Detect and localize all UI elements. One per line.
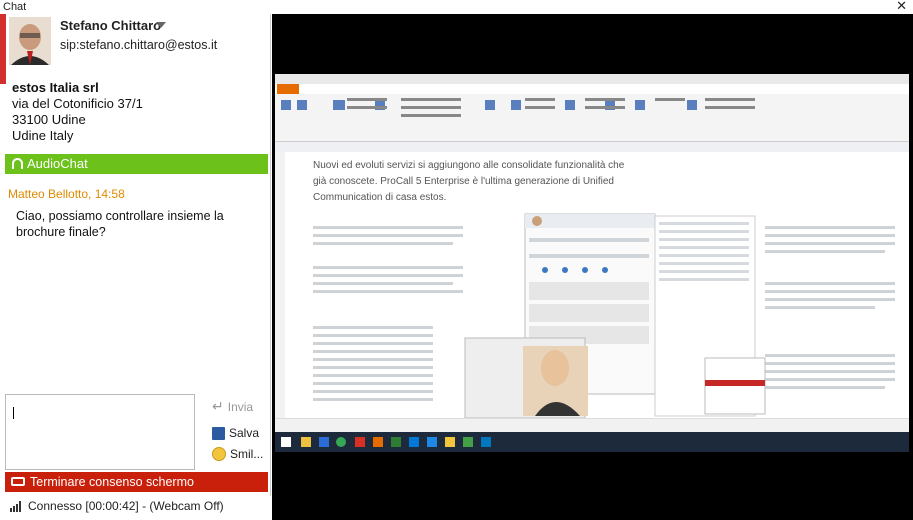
send-icon: ↵ <box>212 398 224 414</box>
chat-panel: Stefano Chittaro sip:stefano.chittaro@es… <box>0 14 271 496</box>
floppy-icon <box>212 426 225 440</box>
status-text: Connesso [00:00:42] - (Webcam Off) <box>28 499 224 513</box>
terminate-share-bar[interactable]: Terminare consenso schermo <box>5 472 268 492</box>
signal-icon <box>10 498 23 518</box>
window-title: Chat <box>3 1 27 13</box>
contact-status-bar <box>0 14 6 84</box>
close-icon[interactable]: ✕ <box>896 0 907 13</box>
message-input[interactable] <box>5 394 195 470</box>
smiley-label: Smil... <box>230 447 264 461</box>
chevron-down-icon[interactable] <box>156 22 166 28</box>
contact-address: estos Italia srl via del Cotonificio 37/… <box>12 80 143 144</box>
message-text: Ciao, possiamo controllare insieme la br… <box>16 209 224 239</box>
save-button[interactable]: Salva <box>212 426 259 440</box>
send-button[interactable]: ↵ Invia <box>212 398 253 415</box>
avatar <box>9 17 51 65</box>
smiley-icon <box>212 447 226 461</box>
document-page: Nuovi ed evoluti servizi si aggiungono a… <box>285 158 905 418</box>
shared-screen-content: Nuovi ed evoluti servizi si aggiungono a… <box>275 74 909 432</box>
headset-icon <box>12 158 23 169</box>
smiley-button[interactable]: Smil... <box>212 447 263 461</box>
street: via del Cotonificio 37/1 <box>12 96 143 111</box>
save-label: Salva <box>229 426 260 440</box>
window-titlebar: Chat ✕ <box>0 0 913 14</box>
zip-city: 33100 Udine <box>12 112 86 127</box>
contact-name[interactable]: Stefano Chittaro <box>60 18 161 33</box>
message-author-time: Matteo Bellotto, 14:58 <box>8 187 125 201</box>
company-name: estos Italia srl <box>12 80 99 95</box>
status-bar: Connesso [00:00:42] - (Webcam Off) <box>0 496 271 520</box>
taskbar <box>275 432 909 452</box>
audiochat-label: AudioChat <box>27 156 88 171</box>
shared-screen-view: Nuovi ed evoluti servizi si aggiungono a… <box>272 14 913 520</box>
send-label: Invia <box>227 399 254 414</box>
terminate-share-label: Terminare consenso schermo <box>30 475 194 489</box>
audiochat-bar[interactable]: AudioChat <box>5 154 268 174</box>
contact-sip: sip:stefano.chittaro@estos.it <box>60 38 218 52</box>
screen-share-icon <box>11 477 25 486</box>
region-country: Udine Italy <box>12 128 74 143</box>
ribbon <box>275 74 909 142</box>
